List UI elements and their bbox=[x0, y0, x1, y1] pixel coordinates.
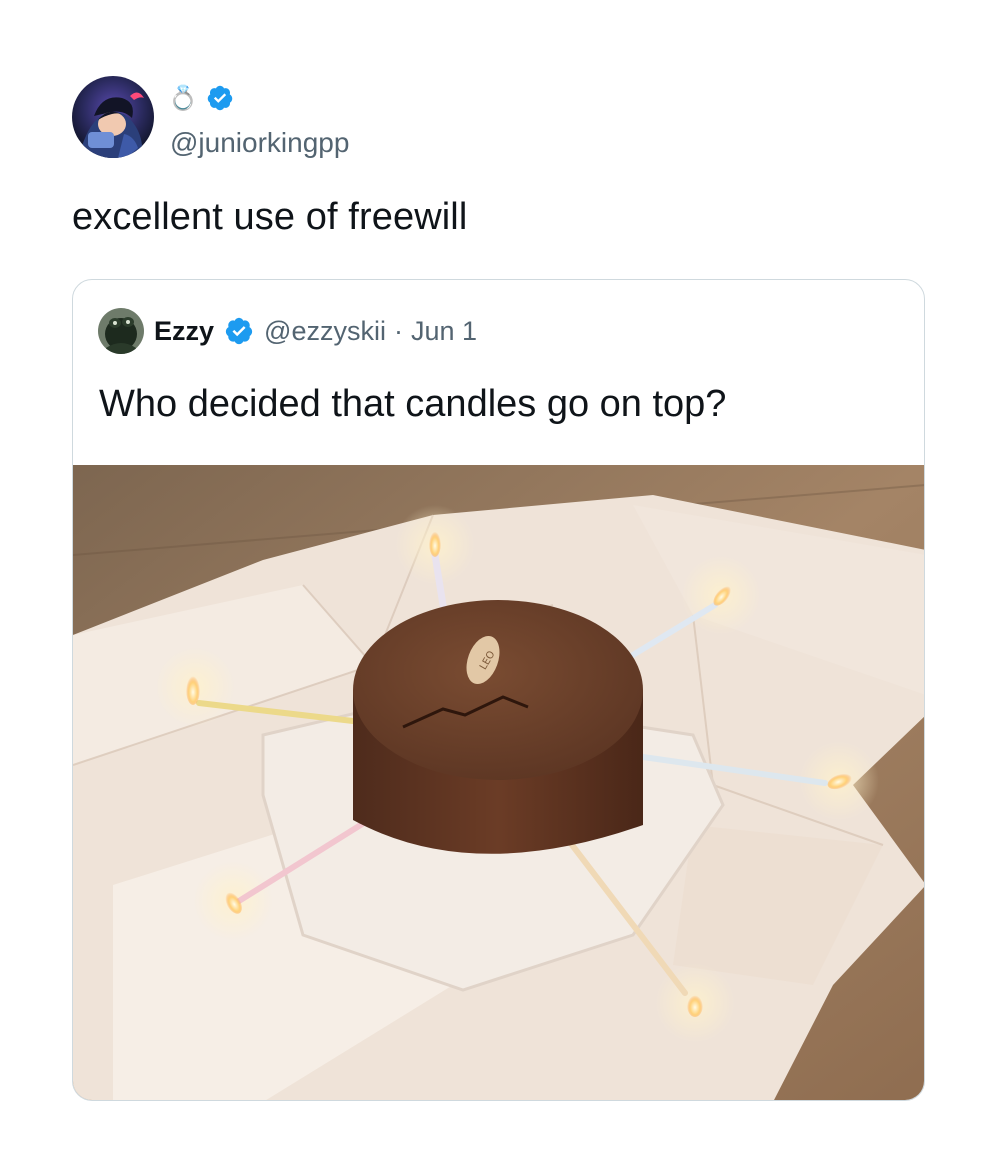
anime-avatar-icon bbox=[72, 76, 154, 158]
quoted-tweet-header: Ezzy @ezzyskii · Jun 1 bbox=[98, 308, 477, 354]
author-display-name: 💍 bbox=[168, 84, 198, 112]
author-handle[interactable]: @juniorkingpp bbox=[170, 127, 349, 159]
verified-badge-icon bbox=[225, 317, 253, 345]
quoted-date[interactable]: Jun 1 bbox=[411, 316, 477, 347]
quoted-tweet-photo[interactable]: LEO bbox=[73, 465, 924, 1100]
tweet-text: excellent use of freewill bbox=[72, 196, 468, 238]
author-avatar[interactable] bbox=[72, 76, 154, 158]
quoted-author-avatar[interactable] bbox=[98, 308, 144, 354]
separator-dot: · bbox=[393, 315, 403, 346]
tweet: 💍 @juniorkingpp excellent use of freewil… bbox=[0, 0, 1000, 1174]
quoted-tweet-text: Who decided that candles go on top? bbox=[99, 383, 727, 425]
quoted-tweet-card[interactable]: Ezzy @ezzyskii · Jun 1 Who decided that … bbox=[72, 279, 925, 1101]
quoted-display-name[interactable]: Ezzy bbox=[154, 316, 214, 347]
photo-cake-with-sideways-candles: LEO bbox=[73, 465, 924, 1100]
quoted-handle[interactable]: @ezzyskii bbox=[264, 316, 386, 347]
author-display-name-row[interactable]: 💍 bbox=[168, 84, 234, 112]
verified-badge-icon bbox=[207, 85, 233, 111]
frog-avatar-icon bbox=[98, 308, 144, 354]
